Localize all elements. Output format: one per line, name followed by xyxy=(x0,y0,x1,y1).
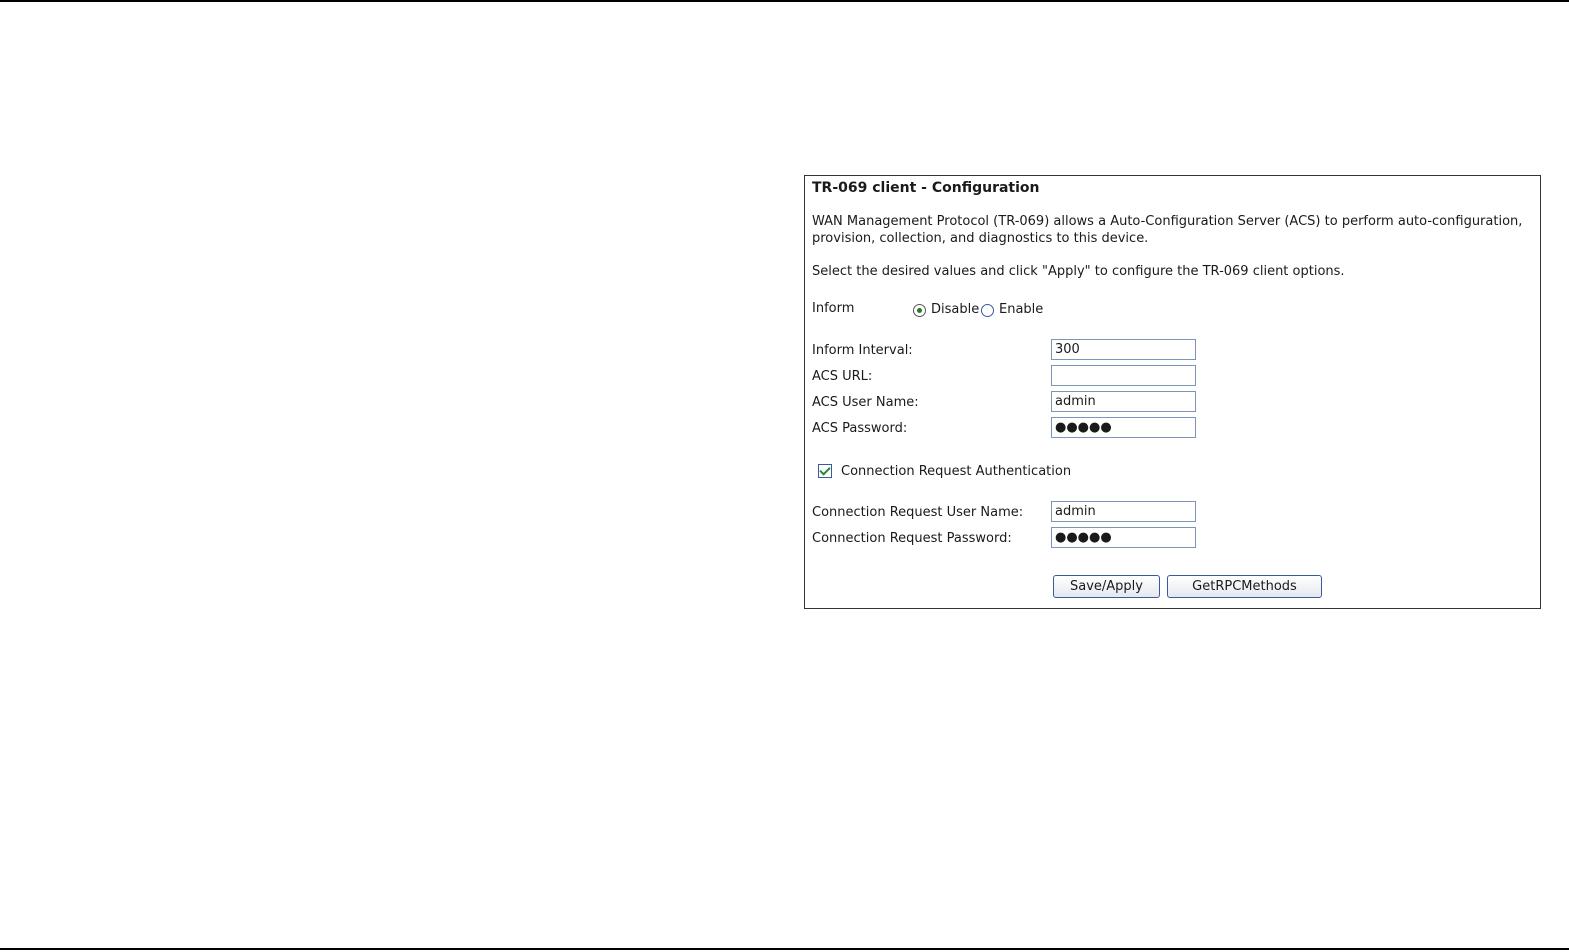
inform-enable-label: Enable xyxy=(999,302,1044,317)
tr069-config-panel: TR-069 client - Configuration WAN Manage… xyxy=(804,175,1541,609)
bottom-rule xyxy=(0,948,1569,950)
inform-disable-label: Disable xyxy=(931,302,980,317)
inform-label: Inform xyxy=(812,301,855,316)
acs-url-label: ACS URL: xyxy=(812,369,873,384)
conn-request-user-name-label: Connection Request User Name: xyxy=(812,505,1024,520)
acs-password-input[interactable] xyxy=(1051,417,1196,438)
connection-request-auth-label: Connection Request Authentication xyxy=(841,464,1072,479)
description-line-2: provision, collection, and diagnostics t… xyxy=(812,231,1149,246)
conn-request-password-label: Connection Request Password: xyxy=(812,531,1012,546)
description-line-1: WAN Management Protocol (TR-069) allows … xyxy=(812,214,1523,229)
save-apply-button[interactable]: Save/Apply xyxy=(1053,575,1160,598)
inform-enable-radio[interactable] xyxy=(981,304,994,317)
top-rule xyxy=(0,0,1569,2)
acs-url-input[interactable] xyxy=(1051,365,1196,386)
instruction-text: Select the desired values and click "App… xyxy=(812,264,1345,279)
get-rpc-methods-button[interactable]: GetRPCMethods xyxy=(1167,575,1322,598)
page-title: TR-069 client - Configuration xyxy=(812,180,1040,196)
inform-interval-label: Inform Interval: xyxy=(812,343,913,358)
connection-request-auth-checkbox[interactable] xyxy=(818,464,832,478)
inform-interval-input[interactable] xyxy=(1051,339,1196,360)
acs-password-label: ACS Password: xyxy=(812,421,908,436)
acs-user-name-input[interactable] xyxy=(1051,391,1196,412)
inform-disable-radio[interactable] xyxy=(913,304,926,317)
acs-user-name-label: ACS User Name: xyxy=(812,395,919,410)
conn-request-user-name-input[interactable] xyxy=(1051,501,1196,522)
conn-request-password-input[interactable] xyxy=(1051,527,1196,548)
